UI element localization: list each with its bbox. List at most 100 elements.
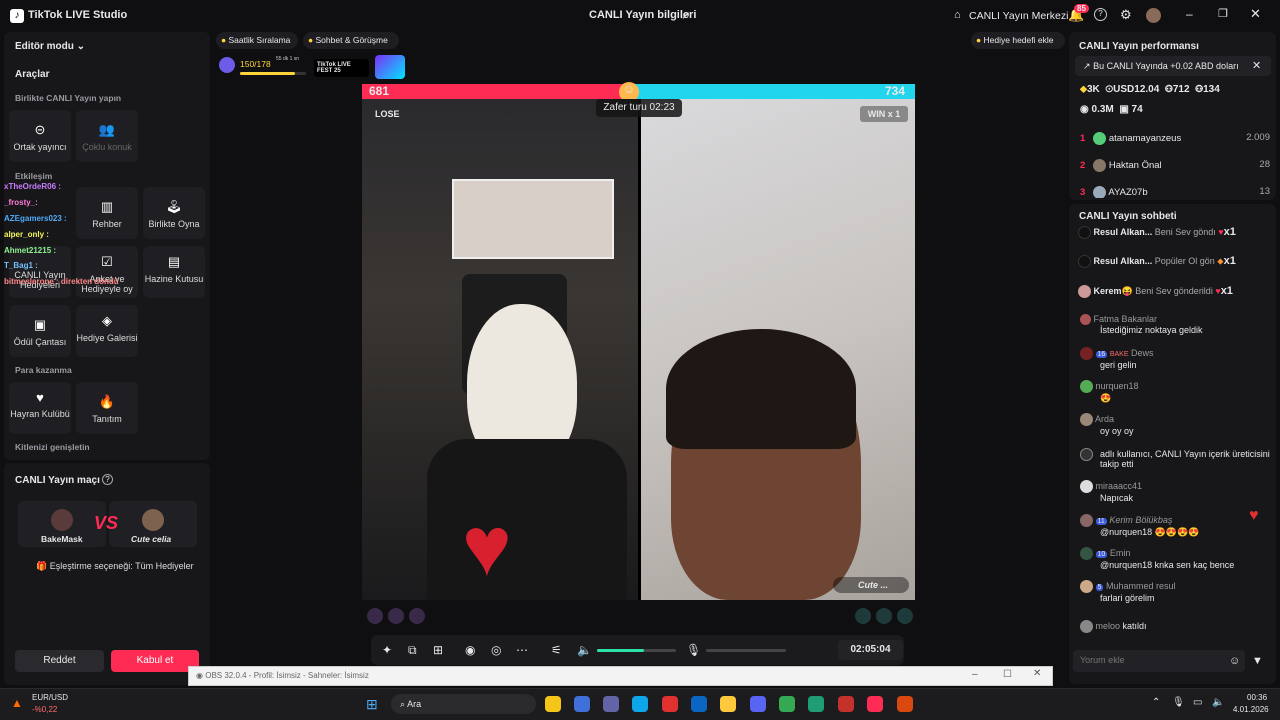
tiktok-icon[interactable] [867,696,883,712]
minimize-icon[interactable]: – [972,669,978,680]
accept-button[interactable]: Kabul et [111,650,199,672]
avatar [1093,159,1107,172]
mic-icon[interactable]: 🎙 [1172,697,1185,708]
volume-icon[interactable]: 🔈 [1212,697,1224,708]
help-icon[interactable]: ? [1094,8,1107,21]
taskbar-search[interactable]: ⌕ Ara [391,694,536,714]
seat-icon[interactable] [409,608,425,624]
multi-guest-tile[interactable]: 👥 Çoklu konuk [76,110,138,162]
folder-icon[interactable] [720,696,736,712]
store-icon[interactable] [574,696,590,712]
list-item[interactable]: 3 AYAZ07b 13 [1080,186,1270,198]
volume-slider[interactable] [597,649,676,652]
settings-sliders-icon[interactable]: ⚟ [551,643,562,657]
app-icon[interactable] [808,696,824,712]
clock-time: 00:36 [1247,693,1268,702]
more-icon[interactable]: ⋯ [516,643,528,657]
magic-icon[interactable]: ✦ [382,643,392,657]
live-fest-badge: TikTok LIVE FEST 25 [314,59,369,77]
add-source-icon[interactable]: ⊞ [433,643,443,657]
seat-icon[interactable] [897,608,913,624]
layout-icon[interactable]: ⧉ [408,643,417,658]
reward-bag-tile[interactable]: ▣ Ödül Çantası [9,305,71,357]
editor-mode-dropdown[interactable]: Editör modu ⌄ [15,41,85,52]
play-together-tile[interactable]: 🕹 Birlikte Oyna [143,187,205,239]
edge-icon[interactable] [632,696,648,712]
volume-fill [597,649,645,652]
tab-hourly-ranking[interactable]: ● Saatlik Sıralama [216,32,298,49]
youtube-icon[interactable] [838,696,854,712]
avatar[interactable] [1146,8,1161,23]
cohost-tile[interactable]: ⊝ Ortak yayıncı [9,110,71,162]
rank-number: 2 [1080,160,1086,172]
filter-icon[interactable]: ▼ [1252,655,1263,667]
gift-text: Popüler Ol gön [1154,256,1215,266]
progress-fill [240,72,296,75]
app-icon[interactable] [897,696,913,712]
info-icon[interactable]: ? [102,474,113,485]
chevron-up-icon[interactable]: ⌃ [1152,697,1160,708]
seat-icon[interactable] [367,608,383,624]
obs-window-bar[interactable]: ◉ OBS 32.0.4 - Profil: İsimsiz - Sahnele… [188,666,1053,686]
camera-icon[interactable]: ◎ [491,643,501,657]
close-icon[interactable]: ✕ [1250,6,1261,22]
treasure-tile[interactable]: ▤ Hazine Kutusu [143,246,205,298]
chrome-icon[interactable] [545,696,561,712]
rank-score: 2.009 [1246,132,1270,143]
multi-guest-label: Çoklu konuk [82,142,132,152]
outlook-icon[interactable] [691,696,707,712]
gift-gallery-tile[interactable]: ◈ Hediye Galerisi [76,305,138,357]
share-icon[interactable]: ↗ [681,9,690,22]
chat-icon: ● [308,35,314,45]
overlay-chat-item: T_Bag1 : [4,261,38,270]
chest-icon: ▤ [167,254,181,269]
live-hub-link[interactable]: CANLI Yayın Merkezi [969,10,1068,22]
network-icon[interactable]: ▭ [1193,697,1202,708]
list-item[interactable]: 1 atanamayanzeus 2.009 [1080,132,1270,145]
heart-icon: ♥ [36,390,44,405]
teams-icon[interactable] [603,696,619,712]
promo-tile[interactable]: 🔥 Tanıtım [76,382,138,434]
guest-tag[interactable]: Cute ... [833,577,909,593]
home-icon[interactable]: ⌂ [954,9,961,21]
avatar [1080,547,1093,560]
avatar [1080,620,1093,633]
speaker-icon[interactable]: 🔈 [577,643,592,657]
maximize-icon[interactable]: ❐ [1218,7,1228,20]
mic-icon[interactable]: 🎙 [686,643,701,657]
gear-icon[interactable]: ⚙ [1120,7,1132,23]
emoji-icon[interactable]: ☺ [1229,655,1240,667]
opera-icon[interactable] [662,696,678,712]
poll-tile[interactable]: ☑ Anket ve Hediyeyle oy [76,246,138,298]
fan-club-tile[interactable]: ♥ Hayran Kulübü [9,382,71,434]
seat-icon[interactable] [876,608,892,624]
maximize-icon[interactable]: ☐ [1003,669,1012,680]
avatar [1080,413,1093,426]
comment-input[interactable] [1073,650,1245,672]
discord-icon[interactable] [750,696,766,712]
left-result: LOSE [375,109,400,119]
close-icon[interactable]: ✕ [1252,59,1261,72]
record-icon[interactable]: ◉ [465,643,475,657]
windows-icon[interactable]: ⊞ [366,696,378,713]
currency-label[interactable]: EUR/USD [32,693,68,702]
comments-value: 74 [1131,104,1143,115]
tab-chat-call[interactable]: ● Sohbet & Görüşme [303,32,399,49]
avatar [1078,226,1091,240]
browser-icon[interactable] [779,696,795,712]
seat-icon[interactable] [388,608,404,624]
minimize-icon[interactable]: – [1186,7,1193,21]
seat-icon[interactable] [855,608,871,624]
add-gift-goal-button[interactable]: ● Hediye hedefi ekle [971,32,1065,49]
list-item[interactable]: 2 Haktan Önal 28 [1080,159,1270,172]
comment-field[interactable] [1073,650,1223,670]
gift-text: Beni Sev göndı [1154,227,1216,237]
mic-slider[interactable] [706,649,786,652]
close-icon[interactable]: ✕ [1033,668,1041,679]
currency-change: -%0,22 [32,705,58,714]
chat-text: Napıcak [1100,493,1134,503]
rank-number: 3 [1080,187,1086,198]
decline-button[interactable]: Reddet [15,650,104,672]
guide-tile[interactable]: ▥ Rehber [76,187,138,239]
progress-count: 150/178 [240,59,271,69]
